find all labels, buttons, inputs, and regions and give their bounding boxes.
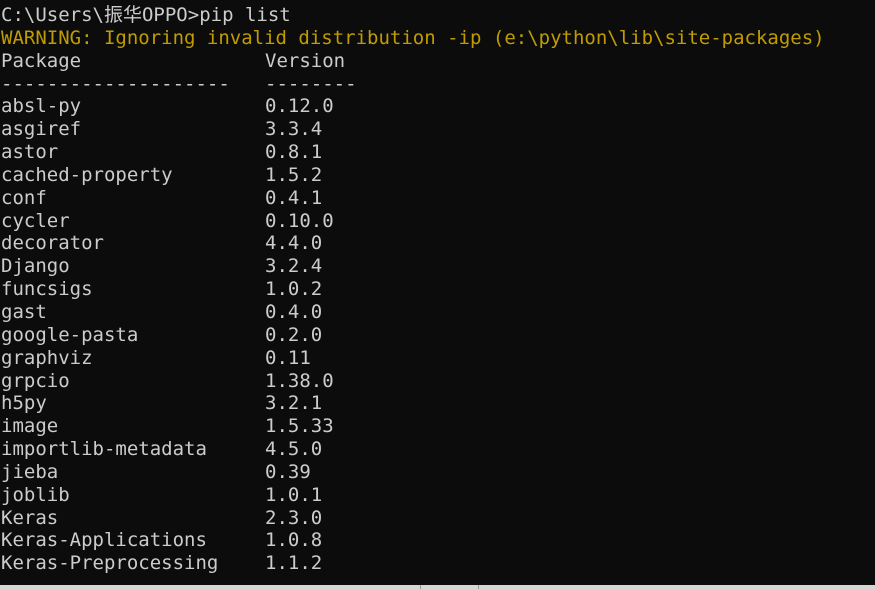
- cell-package-name: astor: [1, 141, 59, 164]
- prompt-line: C:\Users\振华OPPO>pip list: [1, 4, 875, 27]
- cell-package-version: 0.10.0: [265, 209, 334, 232]
- table-row: Keras-Applications 1.0.8: [1, 529, 875, 552]
- cell-package-version: 0.4.0: [265, 300, 323, 323]
- cell-package-version: 1.5.33: [265, 415, 334, 438]
- table-row: astor 0.8.1: [1, 141, 875, 164]
- cell-package-version: 1.5.2: [265, 163, 323, 186]
- cell-package-version: 2.3.0: [265, 506, 323, 529]
- cell-package-name: asgiref: [1, 118, 82, 141]
- separator-package: --------------------: [1, 72, 230, 95]
- table-row: jieba 0.39: [1, 461, 875, 484]
- table-row: conf 0.4.1: [1, 187, 875, 210]
- table-row: graphviz 0.11: [1, 347, 875, 370]
- cell-package-version: 1.1.2: [265, 552, 323, 575]
- cell-package-name: gast: [1, 300, 47, 323]
- cell-package-name: graphviz: [1, 346, 93, 369]
- cell-package-version: 0.12.0: [265, 95, 334, 118]
- cell-package-name: absl-py: [1, 95, 82, 118]
- table-row: Keras 2.3.0: [1, 507, 875, 530]
- terminal-window[interactable]: C:\Users\振华OPPO>pip list WARNING: Ignori…: [0, 0, 875, 589]
- table-row: Django 3.2.4: [1, 255, 875, 278]
- table-row: Keras-Preprocessing 1.1.2: [1, 552, 875, 575]
- cell-package-name: grpcio: [1, 369, 70, 392]
- cell-package-version: 1.0.2: [265, 278, 323, 301]
- cell-package-name: funcsigs: [1, 278, 93, 301]
- separator-version: --------: [265, 72, 357, 95]
- cell-package-version: 1.0.8: [265, 529, 323, 552]
- table-row: grpcio 1.38.0: [1, 370, 875, 393]
- command-text: pip list: [199, 4, 291, 26]
- table-header-row: Package Version: [1, 50, 875, 73]
- column-header-package: Package: [1, 49, 82, 72]
- table-row: h5py 3.2.1: [1, 392, 875, 415]
- table-row: funcsigs 1.0.2: [1, 278, 875, 301]
- cell-package-name: h5py: [1, 392, 47, 415]
- cell-package-name: jieba: [1, 460, 59, 483]
- cell-package-name: conf: [1, 186, 47, 209]
- warning-line: WARNING: Ignoring invalid distribution -…: [1, 26, 825, 49]
- prompt-path: C:\Users\: [1, 4, 104, 26]
- cell-package-version: 1.0.1: [265, 483, 323, 506]
- cell-package-version: 0.39: [265, 460, 311, 483]
- cell-package-version: 3.2.1: [265, 392, 323, 415]
- cell-package-version: 3.2.4: [265, 255, 323, 278]
- cell-package-name: google-pasta: [1, 323, 139, 346]
- cell-package-version: 0.2.0: [265, 323, 323, 346]
- chrome-tick-right: [478, 585, 479, 589]
- column-header-version: Version: [265, 49, 346, 72]
- table-row: asgiref 3.3.4: [1, 118, 875, 141]
- cell-package-version: 0.11: [265, 346, 311, 369]
- table-row: gast 0.4.0: [1, 301, 875, 324]
- cell-package-version: 4.4.0: [265, 232, 323, 255]
- table-row: cached-property 1.5.2: [1, 164, 875, 187]
- cell-package-name: joblib: [1, 483, 70, 506]
- cell-package-name: cached-property: [1, 163, 173, 186]
- cell-package-name: Keras-Applications: [1, 529, 207, 552]
- table-row: joblib 1.0.1: [1, 484, 875, 507]
- table-row: decorator 4.4.0: [1, 232, 875, 255]
- chrome-tick-left: [420, 585, 421, 589]
- cell-package-name: decorator: [1, 232, 104, 255]
- cell-package-name: Django: [1, 255, 70, 278]
- table-row: google-pasta 0.2.0: [1, 324, 875, 347]
- table-separator-row: -------------------- --------: [1, 73, 875, 96]
- cell-package-version: 1.38.0: [265, 369, 334, 392]
- cell-package-version: 0.8.1: [265, 141, 323, 164]
- cell-package-name: image: [1, 415, 59, 438]
- table-row: absl-py 0.12.0: [1, 95, 875, 118]
- package-list: absl-py 0.12.0 asgiref 3.3.4 astor 0.8.1 cache…: [1, 95, 875, 575]
- window-bottom-chrome[interactable]: [0, 585, 875, 589]
- cell-package-version: 0.4.1: [265, 186, 323, 209]
- cell-package-name: Keras: [1, 506, 59, 529]
- cell-package-version: 4.5.0: [265, 438, 323, 461]
- prompt-symbol: >: [187, 4, 200, 26]
- prompt-user-rest: OPPO: [141, 4, 188, 26]
- cell-package-version: 3.3.4: [265, 118, 323, 141]
- table-row: cycler 0.10.0: [1, 210, 875, 233]
- table-row: image 1.5.33: [1, 415, 875, 438]
- cell-package-name: importlib-metadata: [1, 438, 207, 461]
- cell-package-name: cycler: [1, 209, 70, 232]
- cell-package-name: Keras-Preprocessing: [1, 552, 219, 575]
- prompt-user-cjk: 振华: [103, 4, 142, 26]
- table-row: importlib-metadata 4.5.0: [1, 438, 875, 461]
